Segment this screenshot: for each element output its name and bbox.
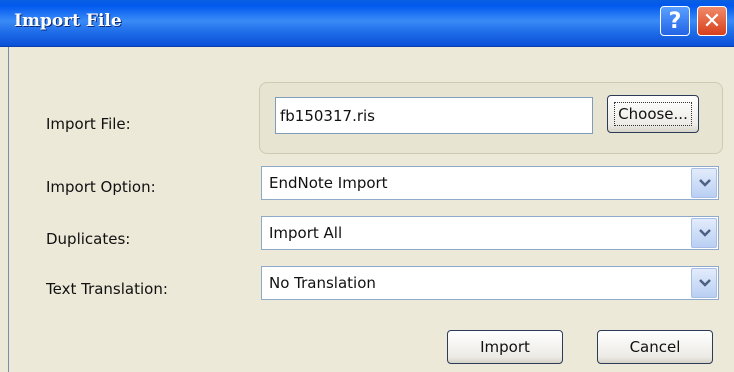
- close-icon: ✕: [702, 8, 722, 34]
- import-button-label: Import: [480, 338, 530, 356]
- import-option-dropdown-button[interactable]: [691, 168, 717, 198]
- title-bar[interactable]: Import File ? ✕: [0, 0, 734, 47]
- import-file-dialog: Import File ? ✕ Import File: fb150317.ri…: [0, 0, 734, 372]
- import-option-label: Import Option:: [46, 178, 156, 196]
- import-file-label: Import File:: [46, 115, 131, 133]
- import-file-input[interactable]: fb150317.ris: [275, 97, 593, 134]
- chevron-down-icon: [699, 179, 711, 187]
- import-option-value: EndNote Import: [269, 174, 388, 192]
- import-button[interactable]: Import: [447, 330, 563, 364]
- duplicates-value: Import All: [269, 224, 343, 242]
- dialog-title: Import File: [14, 11, 122, 31]
- duplicates-dropdown-button[interactable]: [691, 218, 717, 248]
- choose-button[interactable]: Choose...: [607, 95, 699, 133]
- cancel-button-label: Cancel: [629, 338, 681, 356]
- import-option-select[interactable]: EndNote Import: [261, 166, 719, 200]
- help-icon: ?: [668, 8, 682, 34]
- text-translation-value: No Translation: [269, 274, 376, 292]
- text-translation-label: Text Translation:: [46, 280, 168, 298]
- text-translation-dropdown-button[interactable]: [691, 268, 717, 298]
- duplicates-select[interactable]: Import All: [261, 216, 719, 250]
- choose-button-label: Choose...: [614, 102, 692, 126]
- dialog-body: Import File: fb150317.ris Choose... Impo…: [8, 47, 734, 372]
- help-button[interactable]: ?: [660, 6, 690, 36]
- duplicates-label: Duplicates:: [46, 230, 131, 248]
- text-translation-select[interactable]: No Translation: [261, 266, 719, 300]
- import-file-value: fb150317.ris: [280, 107, 375, 125]
- chevron-down-icon: [699, 279, 711, 287]
- chevron-down-icon: [699, 229, 711, 237]
- cancel-button[interactable]: Cancel: [597, 330, 713, 364]
- close-button[interactable]: ✕: [697, 6, 727, 36]
